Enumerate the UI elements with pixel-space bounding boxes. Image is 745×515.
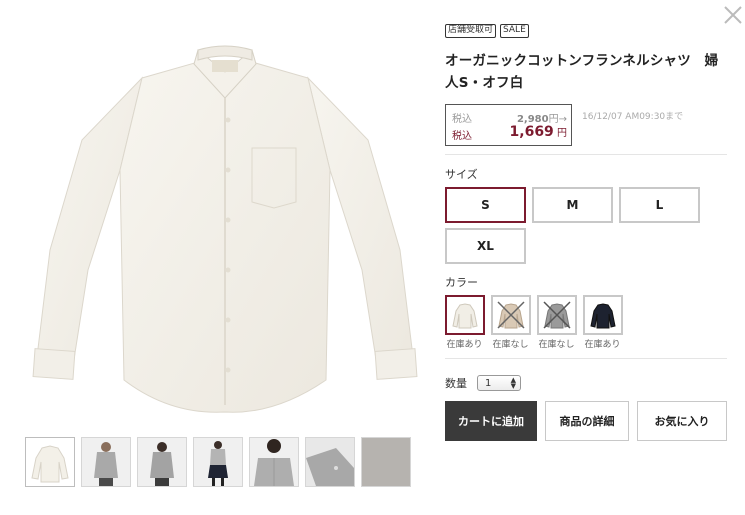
thumbnail-gray-shirt-front[interactable] [81, 437, 131, 487]
stock-status: 在庫なし [492, 340, 529, 350]
color-label: カラー [445, 276, 478, 289]
stock-status: 在庫なし [538, 340, 575, 350]
divider [445, 154, 727, 155]
color-option-off-white: 在庫あり [445, 295, 486, 350]
size-option-xl[interactable]: XL [445, 228, 526, 264]
quantity-select[interactable]: 1 ▲ ▼ [477, 375, 521, 391]
navy-shirt-swatch[interactable] [583, 295, 623, 335]
tag-sale: SALE [500, 24, 529, 38]
size-option-l[interactable]: L [619, 187, 700, 223]
thumbnail-gray-shirt-back[interactable] [137, 437, 187, 487]
thumbnail-cuff-closeup[interactable] [305, 437, 355, 487]
size-option-m[interactable]: M [532, 187, 613, 223]
divider [445, 358, 727, 359]
quantity-row: 数量 1 ▲ ▼ [445, 375, 727, 391]
color-option-beige-check: 在庫なし [491, 295, 532, 350]
beige-check-shirt-swatch[interactable] [491, 295, 531, 335]
thumbnail-fabric-texture[interactable] [361, 437, 411, 487]
color-option-navy: 在庫あり [583, 295, 624, 350]
stock-status: 在庫あり [446, 340, 483, 350]
tag-store-pickup: 店舗受取可 [445, 24, 497, 38]
action-buttons: カートに追加 商品の詳細 お気に入り [445, 401, 727, 441]
quantity-value: 1 [485, 377, 492, 389]
color-option-gray-check: 在庫なし [537, 295, 578, 350]
thumbnail-model-gray-shirt-closeup[interactable] [249, 437, 299, 487]
product-title: オーガニックコットンフランネルシャツ 婦人S・オフ白 [445, 53, 719, 91]
thumbnail-model-navy-skirt[interactable] [193, 437, 243, 487]
thumbnail-off-white-shirt[interactable] [25, 437, 75, 487]
size-options: S M L XL [445, 187, 727, 264]
add-to-cart-button[interactable]: カートに追加 [445, 401, 537, 441]
quantity-label: 数量 [445, 377, 467, 390]
favorite-button[interactable]: お気に入り [637, 401, 727, 441]
sale-price-unit: 円 [557, 128, 567, 139]
gray-check-shirt-swatch[interactable] [537, 295, 577, 335]
product-main-image [20, 20, 430, 420]
close-icon[interactable] [722, 4, 744, 26]
color-options: 在庫あり 在庫なし 在庫なし 在庫あり [445, 295, 727, 350]
stock-status: 在庫あり [584, 340, 621, 350]
product-details-button[interactable]: 商品の詳細 [545, 401, 629, 441]
size-label: サイズ [445, 168, 478, 181]
sale-deadline: 16/12/07 AM09:30まで [582, 112, 684, 122]
product-detail-panel: 店舗受取可 SALE オーガニックコットンフランネルシャツ 婦人S・オフ白 税込… [445, 24, 727, 441]
sale-price-tax-label: 税込 [452, 131, 472, 142]
price-box: 税込 2,980円→ 税込 1,669 円 [445, 104, 572, 146]
size-option-s[interactable]: S [445, 187, 526, 223]
original-price-tax-label: 税込 [452, 114, 472, 125]
tag-list: 店舗受取可 SALE [445, 24, 727, 38]
price-section: 税込 2,980円→ 税込 1,669 円 16/12/07 AM09:30まで [445, 104, 727, 150]
sale-price: 1,669 [509, 124, 554, 140]
thumbnail-strip [25, 437, 411, 487]
stepper-arrows-icon: ▲ ▼ [510, 376, 516, 390]
off-white-shirt-swatch[interactable] [445, 295, 485, 335]
